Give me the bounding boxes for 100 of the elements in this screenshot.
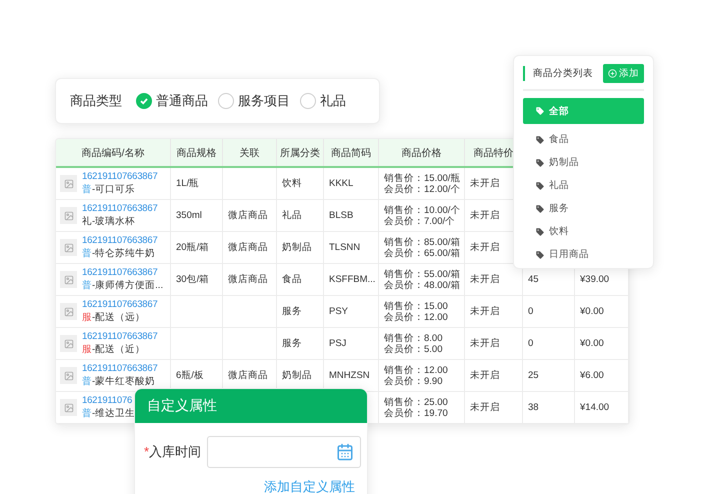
price-text: 销售价：12.00 会员价：9.90 [384, 364, 449, 386]
table-cell-text: 25 [528, 370, 540, 381]
date-field[interactable] [207, 436, 361, 468]
table-cell-text: 奶制品 [282, 370, 313, 381]
table-cell-text: 1L/瓶 [176, 178, 200, 189]
plus-icon [608, 69, 617, 78]
radio-option[interactable]: 普通商品 [136, 92, 208, 110]
table-cell-text: 饮料 [282, 178, 303, 189]
table-cell-text: 20瓶/箱 [176, 242, 210, 253]
table-cell-text: ¥0.00 [580, 338, 605, 349]
add-attribute-link[interactable]: 添加自定义属性 [135, 468, 367, 494]
panel-title: 商品分类列表 [523, 66, 593, 81]
product-name: 普-可口可乐 [82, 183, 136, 196]
product-name: 礼-玻璃水杯 [82, 215, 136, 228]
category-item[interactable]: 日用商品 [523, 243, 644, 266]
table-cell-text: ¥6.00 [580, 370, 605, 381]
price-text: 销售价：15.00/瓶 会员价：12.00/个 [384, 172, 459, 194]
field-label: *入库时间 [142, 443, 201, 461]
product-name: 普-蒙牛红枣酸奶 [82, 375, 156, 388]
table-cell-text: 未开启 [470, 210, 501, 221]
radio-label: 普通商品 [156, 92, 208, 110]
table-cell-text: 微店商品 [228, 370, 269, 381]
category-item[interactable]: 饮料 [523, 220, 644, 243]
tag-icon [535, 204, 545, 214]
table-cell-text: 38 [528, 402, 540, 413]
product-name: 普-特仑苏纯牛奶 [82, 247, 156, 260]
tag-icon [535, 134, 545, 144]
product-code-link[interactable]: 162191107663867 [82, 267, 164, 278]
tag-icon [535, 106, 545, 116]
table-cell-text: 0 [528, 306, 534, 317]
product-code-link[interactable]: 162191107663867 [82, 363, 158, 374]
radio-option[interactable]: 礼品 [300, 92, 346, 110]
table-cell-text: ¥0.00 [580, 306, 605, 317]
table-cell-text: 未开启 [470, 178, 501, 189]
image-icon [60, 207, 77, 224]
column-header: 商品简码 [324, 139, 379, 166]
column-header: 商品价格 [379, 139, 465, 166]
tag-icon [535, 250, 545, 260]
category-item[interactable]: 奶制品 [523, 151, 644, 174]
product-name: 服-配送（近） [82, 343, 146, 356]
table-cell-text: ¥39.00 [580, 274, 610, 285]
column-header: 关联 [223, 139, 277, 166]
add-button[interactable]: 添加 [603, 64, 644, 83]
price-text: 销售价：8.00 会员价：5.00 [384, 332, 444, 354]
table-cell-text: 食品 [282, 274, 303, 285]
table-cell-text: BLSB [329, 210, 354, 221]
table-cell-text: TLSNN [329, 242, 362, 253]
product-code-link[interactable]: 162191107663867 [82, 235, 158, 246]
table-cell-text: ¥14.00 [580, 402, 610, 413]
table-cell-text: PSY [329, 306, 350, 317]
table-cell-text: 350ml [176, 210, 203, 221]
category-item[interactable]: 全部 [523, 98, 644, 124]
table-cell-text: 微店商品 [228, 210, 269, 221]
product-code-link[interactable]: 162191107663867 [82, 331, 158, 342]
price-text: 销售价：25.00 会员价：19.70 [384, 396, 449, 418]
table-cell-text: 45 [528, 274, 540, 285]
product-name: 服-配送（远） [82, 311, 146, 324]
price-text: 销售价：15.00 会员价：12.00 [384, 300, 449, 322]
table-cell-text: 未开启 [470, 402, 501, 413]
tag-icon [535, 180, 545, 190]
radio-label: 服务项目 [238, 92, 290, 110]
calendar-icon[interactable] [336, 443, 354, 461]
table-cell-text: 未开启 [470, 338, 501, 349]
radio-button[interactable] [218, 93, 234, 109]
product-code-link[interactable]: 1621911076 [82, 395, 136, 406]
product-code-link[interactable]: 162191107663867 [82, 171, 158, 182]
radio-button[interactable] [300, 93, 316, 109]
image-icon [60, 367, 77, 384]
check-icon [139, 96, 149, 106]
image-icon [60, 303, 77, 320]
radio-button[interactable] [136, 93, 152, 109]
product-code-link[interactable]: 162191107663867 [82, 299, 158, 310]
price-text: 销售价：85.00/箱 会员价：65.00/箱 [384, 236, 459, 258]
table-cell-text: PSJ [329, 338, 348, 349]
table-cell-text: 未开启 [470, 242, 501, 253]
product-name: 普-康师傅方便面... [82, 279, 164, 292]
table-cell-text: 未开启 [470, 306, 501, 317]
image-icon [60, 399, 77, 416]
tag-icon [535, 226, 545, 236]
column-header: 所属分类 [277, 139, 324, 166]
product-code-link[interactable]: 162191107663867 [82, 203, 158, 214]
table-cell-text: MNHZSN [329, 370, 371, 381]
radio-label: 礼品 [320, 92, 346, 110]
category-item[interactable]: 礼品 [523, 174, 644, 197]
product-name: 普-维达卫生 [82, 407, 136, 420]
table-cell-text: 6瓶/板 [176, 370, 205, 381]
table-cell-text: 礼品 [282, 210, 303, 221]
table-cell: KSFFBM... [329, 274, 373, 285]
table-cell-text: 30包/箱 [176, 274, 210, 285]
radio-option[interactable]: 服务项目 [218, 92, 290, 110]
category-item[interactable]: 食品 [523, 128, 644, 151]
price-text: 销售价：10.00/个 会员价：7.00/个 [384, 204, 459, 226]
price-text: 销售价：55.00/箱 会员价：48.00/箱 [384, 268, 459, 290]
image-icon [60, 271, 77, 288]
image-icon [60, 175, 77, 192]
column-header: 商品编码/名称 [56, 139, 171, 166]
column-header: 商品规格 [171, 139, 223, 166]
category-item[interactable]: 服务 [523, 197, 644, 220]
table-cell-text: 0 [528, 338, 534, 349]
image-icon [60, 335, 77, 352]
